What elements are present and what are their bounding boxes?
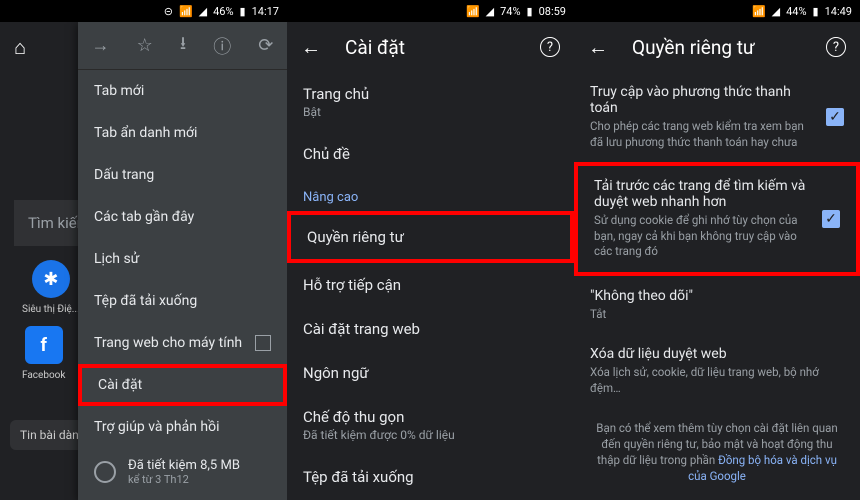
shortcut-label: Siêu thị Điệ... bbox=[22, 304, 80, 315]
help-icon[interactable]: ? bbox=[540, 37, 560, 57]
setting-privacy[interactable]: Quyền riêng tư bbox=[287, 211, 574, 263]
battery-percent: 44% bbox=[786, 5, 806, 18]
status-bar: 📶 ◢ 44% ▮ 14:49 bbox=[574, 0, 860, 22]
bookmark-icon[interactable]: ☆ bbox=[137, 35, 153, 56]
priv-do-not-track[interactable]: "Không theo dõi" Tắt bbox=[574, 276, 860, 335]
menu-settings[interactable]: Cài đặt bbox=[78, 364, 287, 406]
reload-icon[interactable]: ⟳ bbox=[258, 35, 273, 56]
battery-icon: ▮ bbox=[527, 5, 533, 18]
data-since-label: kể từ 3 Th12 bbox=[128, 473, 240, 486]
signal-icon: ◢ bbox=[199, 5, 207, 18]
checkbox-checked-icon[interactable]: ✓ bbox=[826, 108, 844, 126]
shortcut-sieuthidien[interactable]: ✱ Siêu thị Điệ... bbox=[22, 260, 80, 315]
gauge-icon bbox=[94, 461, 116, 483]
privacy-header: ← Quyền riêng tư ? bbox=[574, 22, 860, 72]
clock: 08:59 bbox=[539, 5, 566, 18]
battery-icon: ▮ bbox=[240, 5, 246, 18]
status-bar: ⊝ 📶 ◢ 46% ▮ 14:17 bbox=[0, 0, 287, 22]
menu-new-tab[interactable]: Tab mới bbox=[78, 70, 287, 112]
signal-icon: ◢ bbox=[486, 5, 494, 18]
wifi-icon: 📶 bbox=[466, 5, 480, 18]
screenshot-1: ⊝ 📶 ◢ 46% ▮ 14:17 ⌂ Tìm kiếm ✱ Siêu thị … bbox=[0, 0, 287, 500]
overflow-menu: → ☆ ⭳ ⓘ ⟳ Tab mới Tab ẩn danh mới Dấu tr… bbox=[78, 22, 287, 500]
settings-header: ← Cài đặt ? bbox=[287, 22, 574, 72]
menu-data-saver[interactable]: Đã tiết kiệm 8,5 MB kể từ 3 Th12 bbox=[78, 448, 287, 496]
setting-downloads[interactable]: Tệp đã tải xuống bbox=[287, 455, 574, 499]
status-bar: 📶 ◢ 74% ▮ 08:59 bbox=[287, 0, 574, 22]
clock: 14:49 bbox=[825, 5, 852, 18]
priv-clear-data[interactable]: Xóa dữ liệu duyệt web Xóa lịch sử, cooki… bbox=[574, 334, 860, 408]
setting-site[interactable]: Cài đặt trang web bbox=[287, 307, 574, 351]
help-icon[interactable]: ? bbox=[826, 37, 846, 57]
home-icon[interactable]: ⌂ bbox=[14, 35, 26, 60]
screenshot-2: 📶 ◢ 74% ▮ 08:59 ← Cài đặt ? Trang chủ Bậ… bbox=[287, 0, 574, 500]
setting-accessibility[interactable]: Hỗ trợ tiếp cận bbox=[287, 263, 574, 307]
menu-recent-tabs[interactable]: Các tab gần đây bbox=[78, 196, 287, 238]
setting-homepage[interactable]: Trang chủ Bật bbox=[287, 72, 574, 132]
menu-toolbar: → ☆ ⭳ ⓘ ⟳ bbox=[78, 22, 287, 70]
download-icon[interactable]: ⭳ bbox=[180, 31, 186, 61]
forward-icon[interactable]: → bbox=[92, 35, 110, 56]
privacy-footer: Bạn có thể xem thêm tùy chọn cài đặt liê… bbox=[574, 408, 860, 496]
setting-theme[interactable]: Chủ đề bbox=[287, 132, 574, 176]
wifi-icon: 📶 bbox=[752, 5, 766, 18]
back-icon[interactable]: ← bbox=[301, 35, 321, 60]
priv-preload[interactable]: Tải trước các trang để tìm kiếm và duyệt… bbox=[574, 162, 860, 276]
page-title: Quyền riêng tư bbox=[632, 36, 826, 59]
setting-lite-mode[interactable]: Chế độ thu gọn Đã tiết kiệm được 0% dữ l… bbox=[287, 395, 574, 455]
battery-percent: 74% bbox=[500, 5, 520, 18]
facebook-icon: f bbox=[25, 326, 63, 364]
menu-downloads[interactable]: Tệp đã tải xuống bbox=[78, 280, 287, 322]
menu-history[interactable]: Lịch sử bbox=[78, 238, 287, 280]
battery-icon: ▮ bbox=[813, 5, 819, 18]
priv-payment-access[interactable]: Truy cập vào phương thức thanh toán Cho … bbox=[574, 72, 860, 162]
checkbox-checked-icon[interactable]: ✓ bbox=[822, 210, 840, 228]
page-title: Cài đặt bbox=[345, 36, 540, 59]
info-icon[interactable]: ⓘ bbox=[213, 33, 231, 59]
screenshot-3: 📶 ◢ 44% ▮ 14:49 ← Quyền riêng tư ? Truy … bbox=[574, 0, 860, 500]
data-saved-label: Đã tiết kiệm 8,5 MB bbox=[128, 458, 240, 473]
menu-desktop-site[interactable]: Trang web cho máy tính bbox=[78, 322, 287, 364]
wifi-icon: 📶 bbox=[179, 5, 193, 18]
shortcut-facebook[interactable]: f Facebook bbox=[22, 326, 65, 381]
menu-help[interactable]: Trợ giúp và phản hồi bbox=[78, 406, 287, 448]
setting-language[interactable]: Ngôn ngữ bbox=[287, 351, 574, 395]
clock: 14:17 bbox=[252, 5, 279, 18]
shortcut-label: Facebook bbox=[22, 370, 65, 381]
battery-percent: 46% bbox=[213, 5, 233, 18]
menu-bookmarks[interactable]: Dấu trang bbox=[78, 154, 287, 196]
dnd-icon: ⊝ bbox=[164, 5, 173, 18]
menu-new-incognito[interactable]: Tab ẩn danh mới bbox=[78, 112, 287, 154]
shortcut-icon: ✱ bbox=[32, 260, 70, 298]
signal-icon: ◢ bbox=[772, 5, 780, 18]
section-advanced: Nâng cao bbox=[287, 176, 574, 211]
checkbox-icon[interactable] bbox=[255, 335, 271, 351]
back-icon[interactable]: ← bbox=[588, 35, 608, 60]
